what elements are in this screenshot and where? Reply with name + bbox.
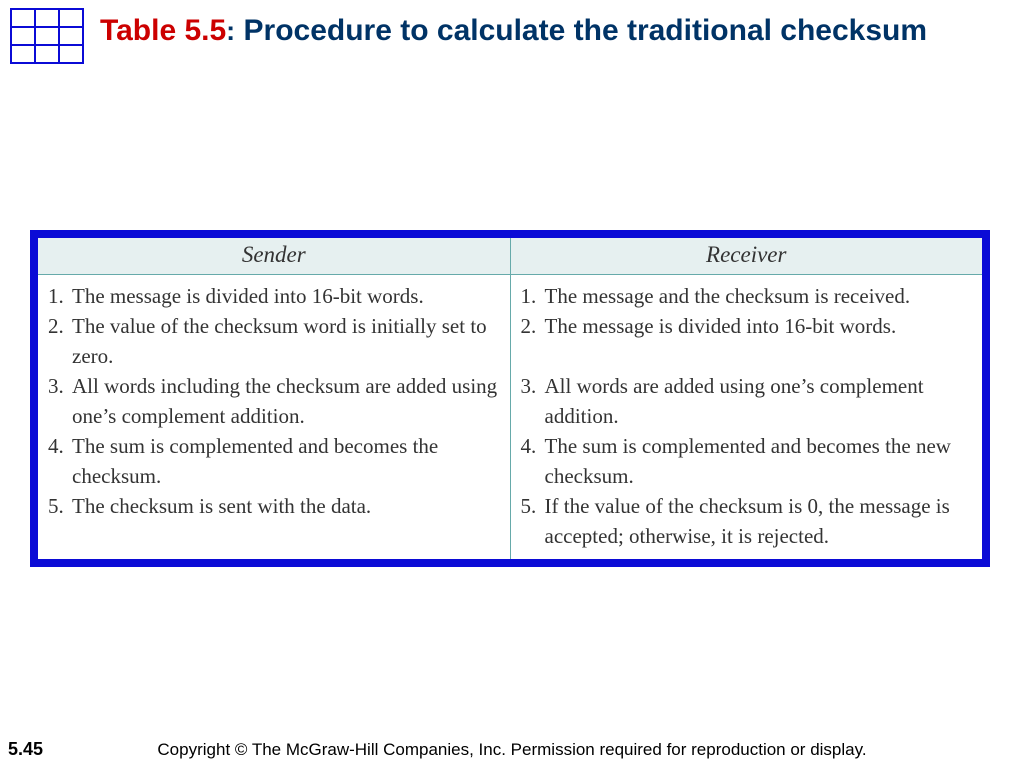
list-item: 1.The message is divided into 16-bit wor…	[48, 281, 502, 311]
column-header-sender: Sender	[38, 238, 510, 275]
slide-title: Table 5.5: Procedure to calculate the tr…	[100, 14, 927, 48]
list-item: 5.The checksum is sent with the data.	[48, 491, 502, 521]
list-item: 3.All words including the checksum are a…	[48, 371, 502, 431]
column-header-receiver: Receiver	[510, 238, 982, 275]
list-item: 4.The sum is complemented and becomes th…	[48, 431, 502, 491]
sender-steps-cell: 1.The message is divided into 16-bit wor…	[38, 275, 510, 560]
receiver-steps-cell: 1.The message and the checksum is receiv…	[510, 275, 982, 560]
list-item: 4.The sum is complemented and becomes th…	[521, 431, 975, 491]
list-item: 2.The message is divided into 16-bit wor…	[521, 311, 975, 341]
copyright-text: Copyright © The McGraw-Hill Companies, I…	[0, 740, 1024, 760]
list-item: 3.All words are added using one’s comple…	[521, 371, 975, 431]
logo-grid-icon	[10, 8, 84, 64]
title-table-number: Table 5.5	[100, 14, 226, 47]
title-colon: :	[226, 16, 235, 46]
list-item: 1.The message and the checksum is receiv…	[521, 281, 975, 311]
slide: Table 5.5: Procedure to calculate the tr…	[0, 0, 1024, 768]
list-item: 5.If the value of the checksum is 0, the…	[521, 491, 975, 551]
title-description: Procedure to calculate the traditional c…	[235, 14, 927, 47]
list-item: 2.The value of the checksum word is init…	[48, 311, 502, 371]
checksum-procedure-table: Sender Receiver 1.The message is divided…	[30, 230, 990, 567]
